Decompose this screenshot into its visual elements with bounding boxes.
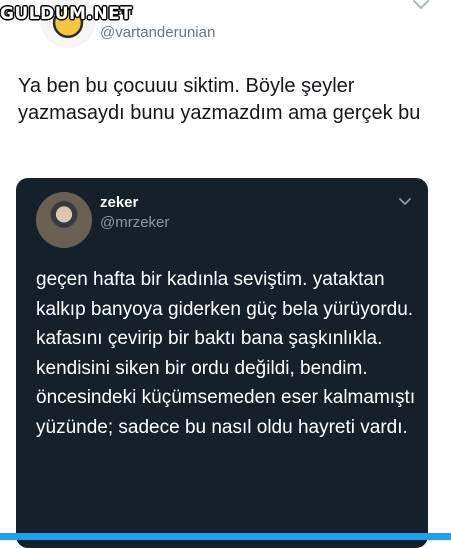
avatar[interactable] [36, 192, 92, 248]
tweet-text: Ya ben bu çocuuu siktim. Böyle şeyler ya… [18, 75, 421, 124]
watermark-logo: GULDUM.NET [0, 4, 133, 24]
quoted-tweet-card[interactable]: zeker @mrzeker geçen hafta bir kadınla s… [16, 178, 428, 548]
user-handle[interactable]: @mrzeker [100, 214, 169, 231]
accent-bar [0, 533, 451, 540]
chevron-down-icon[interactable] [412, 0, 430, 12]
user-handle[interactable]: @vartanderunian [100, 24, 215, 41]
chevron-down-icon[interactable] [398, 196, 412, 208]
quoted-tweet-text: geçen hafta bir kadınla seviştim. yatakt… [36, 269, 416, 438]
display-name[interactable]: zeker [100, 194, 138, 211]
